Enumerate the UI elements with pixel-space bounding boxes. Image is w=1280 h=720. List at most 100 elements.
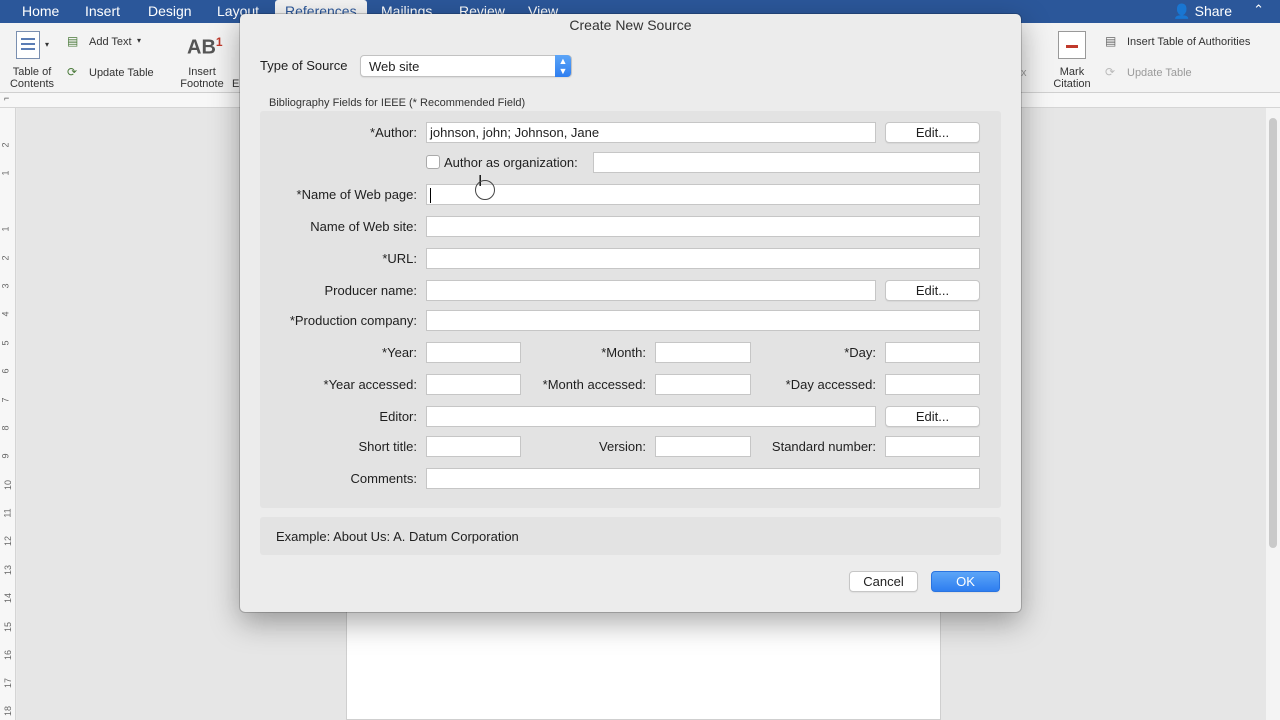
dialog-title: Create New Source (569, 17, 692, 33)
web-site-label: Name of Web site: (310, 219, 417, 234)
production-company-label: *Production company: (289, 313, 417, 328)
section-caption: Bibliography Fields for IEEE (* Recommen… (269, 97, 526, 109)
editor-field[interactable] (426, 406, 876, 427)
insert-footnote-icon[interactable]: AB1 (187, 35, 223, 60)
producer-name-label: Producer name: (324, 283, 418, 298)
add-text-button[interactable]: Add Text (89, 36, 132, 48)
share-button[interactable]: 👤 Share (1173, 3, 1232, 20)
ruler-tick: 14 (3, 592, 14, 604)
author-label: *Author: (370, 125, 417, 140)
collapse-ribbon-icon[interactable]: ⌃ (1253, 2, 1264, 18)
day-label: *Day: (844, 345, 876, 360)
month-field[interactable] (655, 342, 751, 363)
ruler-tick: 15 (3, 621, 14, 633)
ruler-tick: 13 (3, 564, 14, 576)
tab-design[interactable]: Design (148, 3, 192, 19)
ruler-tick: 9 (0, 453, 11, 459)
author-as-organization-checkbox[interactable] (426, 155, 440, 169)
ruler-tick: 12 (3, 535, 14, 547)
example-text: Example: About Us: A. Datum Corporation (276, 529, 519, 544)
table-of-contents-label[interactable]: Table of Contents (8, 66, 56, 90)
standard-number-field[interactable] (885, 436, 980, 457)
author-organization-field[interactable] (593, 152, 980, 173)
ruler-tick: 4 (0, 311, 11, 317)
tab-stop-icon[interactable]: ⌐ (4, 93, 9, 103)
ruler-tick: 2 (0, 255, 11, 261)
short-title-label: Short title: (358, 439, 417, 454)
add-text-icon: ▤ (67, 34, 79, 48)
url-label: *URL: (382, 251, 417, 266)
ribbon-cut-label: E (232, 78, 240, 90)
type-of-source-select[interactable]: Web site ▲ ▼ (360, 55, 572, 77)
producer-name-field[interactable] (426, 280, 876, 301)
example-box: Example: About Us: A. Datum Corporation (260, 517, 1001, 555)
url-field[interactable] (426, 248, 980, 269)
version-field[interactable] (655, 436, 751, 457)
month-accessed-label: *Month accessed: (542, 377, 646, 392)
editor-edit-button[interactable]: Edit... (885, 406, 980, 427)
insert-footnote-label[interactable]: Insert Footnote (177, 66, 227, 90)
ruler-tick: 7 (0, 397, 11, 403)
author-field[interactable]: johnson, john; Johnson, Jane (426, 122, 876, 143)
ok-button[interactable]: OK (931, 571, 1000, 592)
add-person-icon: 👤 (1173, 3, 1191, 19)
text-caret (430, 188, 431, 204)
month-label: *Month: (601, 345, 646, 360)
ruler-tick: 17 (3, 677, 14, 689)
cancel-button[interactable]: Cancel (849, 571, 918, 592)
click-indicator-icon (475, 180, 495, 200)
comments-label: Comments: (350, 471, 417, 486)
chevron-down-icon[interactable]: ▾ (45, 40, 49, 49)
update-table-button[interactable]: Update Table (89, 67, 154, 79)
insert-table-of-authorities-button[interactable]: Insert Table of Authorities (1127, 36, 1250, 48)
share-label: Share (1194, 3, 1232, 19)
day-field[interactable] (885, 342, 980, 363)
short-title-field[interactable] (426, 436, 521, 457)
web-page-label: *Name of Web page: (296, 187, 417, 202)
mark-citation-icon[interactable] (1058, 31, 1086, 59)
ruler-tick: 3 (0, 283, 11, 289)
ruler-tick: 8 (0, 425, 11, 431)
ruler-tick: 18 (3, 705, 14, 717)
web-page-field[interactable] (426, 184, 980, 205)
author-as-organization-label: Author as organization: (444, 155, 578, 170)
ruler-tick: 10 (3, 479, 14, 491)
ruler-tick: 5 (0, 340, 11, 346)
ribbon-partial-label: x (1021, 67, 1027, 79)
tab-home[interactable]: Home (22, 3, 59, 19)
update-table-authorities-button: Update Table (1127, 67, 1192, 79)
author-edit-button[interactable]: Edit... (885, 122, 980, 143)
standard-number-label: Standard number: (771, 439, 876, 454)
production-company-field[interactable] (426, 310, 980, 331)
year-field[interactable] (426, 342, 521, 363)
ruler-tick: 1 (0, 226, 11, 232)
table-of-authorities-icon: ▤ (1105, 34, 1117, 48)
refresh-icon: ⟳ (1105, 65, 1116, 79)
producer-edit-button[interactable]: Edit... (885, 280, 980, 301)
year-accessed-field[interactable] (426, 374, 521, 395)
create-new-source-dialog: Create New Source Type of Source Web sit… (240, 14, 1021, 612)
year-label: *Year: (382, 345, 417, 360)
ruler-tick: 11 (2, 508, 13, 518)
refresh-icon: ⟳ (67, 65, 78, 79)
ruler-tick: 16 (3, 649, 14, 661)
tab-insert[interactable]: Insert (85, 3, 120, 19)
mark-citation-label[interactable]: Mark Citation (1047, 66, 1097, 90)
vertical-scrollbar[interactable] (1266, 108, 1280, 720)
table-of-contents-icon[interactable] (16, 31, 40, 59)
ruler-tick: 1 (0, 170, 11, 176)
vertical-ruler: 2 1 1 2 3 4 5 6 7 8 9 10 11 12 13 14 15 … (0, 108, 16, 720)
chevron-down-icon[interactable]: ▾ (137, 36, 141, 45)
ruler-tick: 2 (0, 142, 11, 148)
day-accessed-field[interactable] (885, 374, 980, 395)
version-label: Version: (599, 439, 646, 454)
type-of-source-value: Web site (369, 59, 420, 74)
type-of-source-label: Type of Source (260, 58, 348, 73)
day-accessed-label: *Day accessed: (785, 377, 876, 392)
ruler-tick: 6 (0, 368, 11, 374)
comments-field[interactable] (426, 468, 980, 489)
scrollbar-thumb[interactable] (1269, 118, 1277, 548)
month-accessed-field[interactable] (655, 374, 751, 395)
web-site-field[interactable] (426, 216, 980, 237)
year-accessed-label: *Year accessed: (323, 377, 417, 392)
